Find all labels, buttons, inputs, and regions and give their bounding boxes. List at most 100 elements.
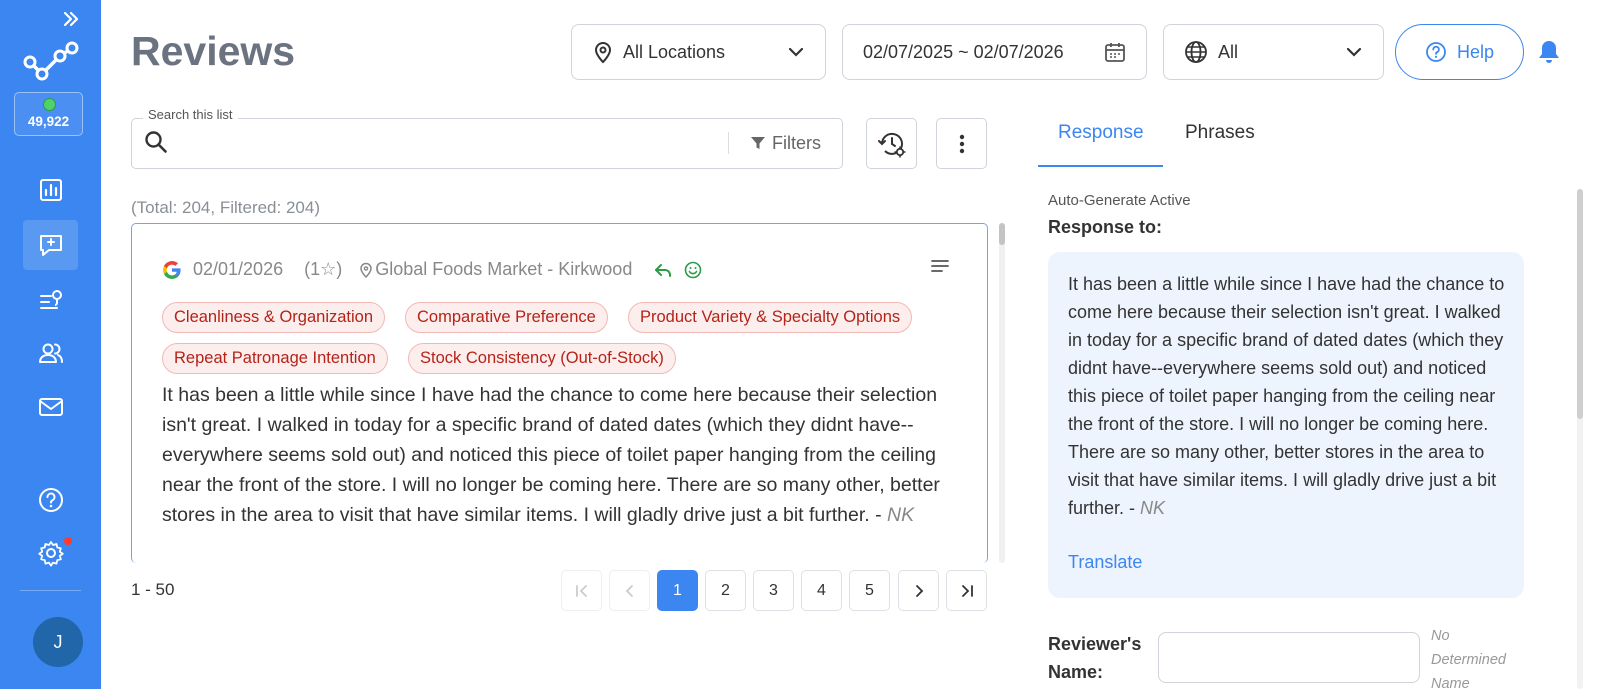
- review-author: NK: [887, 504, 915, 526]
- tag-chip[interactable]: Product Variety & Specialty Options: [628, 302, 913, 333]
- tag-chip[interactable]: Stock Consistency (Out-of-Stock): [408, 343, 676, 374]
- review-text: It has been a little while since I have …: [162, 380, 962, 530]
- review-header: 02/01/2026 (1☆) Global Foods Market - Ki…: [162, 259, 702, 280]
- location-pin-icon: [594, 42, 612, 64]
- review-date: 02/01/2026: [193, 259, 284, 279]
- page-button-4[interactable]: 4: [801, 570, 842, 611]
- sidebar-divider: [20, 590, 81, 591]
- panel-scrollbar-thumb[interactable]: [1577, 189, 1583, 419]
- tab-phrases[interactable]: Phrases: [1185, 122, 1255, 144]
- chevron-down-icon: [788, 47, 804, 57]
- pagination-range: 1 - 50: [131, 580, 175, 599]
- tag-chip[interactable]: Cleanliness & Organization: [162, 302, 386, 333]
- review-card[interactable]: 02/01/2026 (1☆) Global Foods Market - Ki…: [131, 223, 988, 563]
- credits-count: 49,922: [27, 114, 70, 129]
- review-location: Global Foods Market - Kirkwood: [360, 259, 632, 280]
- reviewer-name-input[interactable]: [1158, 632, 1420, 683]
- review-body: It has been a little while since I have …: [162, 384, 940, 526]
- sidebar-item-settings[interactable]: [23, 528, 78, 578]
- more-options-button[interactable]: [936, 118, 987, 169]
- last-page-icon: [961, 584, 973, 597]
- response-preview-box: It has been a little while since I have …: [1048, 252, 1524, 598]
- tag-chip[interactable]: Repeat Patronage Intention: [162, 343, 388, 374]
- search-input[interactable]: [178, 124, 723, 164]
- review-location-name: Global Foods Market - Kirkwood: [375, 259, 633, 279]
- tag-chip[interactable]: Comparative Preference: [405, 302, 608, 333]
- location-select-value: All Locations: [623, 41, 726, 62]
- app-logo[interactable]: [22, 40, 80, 84]
- filter-icon: [751, 137, 765, 149]
- tab-response[interactable]: Response: [1058, 122, 1144, 144]
- calendar-icon: [1105, 43, 1125, 62]
- reviews-icon: [39, 235, 62, 256]
- notification-bell-icon[interactable]: [1536, 38, 1562, 66]
- expand-sidebar-icon[interactable]: [60, 8, 82, 30]
- response-review-text: It has been a little while since I have …: [1068, 270, 1508, 522]
- sidebar-item-dashboard[interactable]: [23, 165, 78, 215]
- filters-label: Filters: [772, 132, 821, 153]
- chevron-right-icon: [915, 584, 923, 597]
- users-icon: [38, 343, 63, 363]
- list-scrollbar-track[interactable]: [999, 223, 1005, 563]
- active-tab-indicator: [1038, 165, 1163, 167]
- settings-notification-badge: [64, 537, 72, 545]
- chevron-left-icon: [625, 584, 633, 597]
- history-settings-icon: [877, 132, 905, 157]
- language-select[interactable]: All: [1163, 24, 1384, 80]
- page-button-5[interactable]: 5: [849, 570, 890, 611]
- history-settings-button[interactable]: [866, 118, 917, 169]
- page-button-1[interactable]: 1: [657, 570, 698, 611]
- last-page-button[interactable]: [946, 570, 987, 611]
- sidebar-item-mail[interactable]: [23, 382, 78, 432]
- totals-count: (Total: 204, Filtered: 204): [131, 198, 320, 217]
- help-button-label: Help: [1456, 41, 1495, 62]
- help-button[interactable]: Help: [1395, 24, 1524, 80]
- page-title: Reviews: [131, 28, 296, 74]
- mail-icon: [38, 398, 63, 416]
- location-pin-icon: [360, 262, 372, 278]
- date-range-picker[interactable]: 02/07/2025 ~ 02/07/2026: [842, 24, 1147, 80]
- google-icon: [163, 260, 181, 279]
- page-button-3[interactable]: 3: [753, 570, 794, 611]
- filters-button[interactable]: Filters: [750, 129, 821, 157]
- sidebar-item-users[interactable]: [23, 328, 78, 378]
- sidebar-item-reviews[interactable]: [23, 220, 78, 270]
- sidebar: 49,922 J: [0, 0, 101, 689]
- credits-badge[interactable]: 49,922: [14, 92, 83, 136]
- chevron-down-icon: [1346, 47, 1362, 57]
- translate-link[interactable]: Translate: [1068, 552, 1142, 573]
- sidebar-item-help[interactable]: [23, 475, 78, 525]
- avatar[interactable]: J: [33, 617, 83, 667]
- search-label: Search this list: [143, 107, 238, 122]
- response-review-body: It has been a little while since I have …: [1068, 274, 1505, 518]
- menu-lines-icon[interactable]: [930, 256, 950, 276]
- response-to-heading: Response to:: [1048, 217, 1163, 237]
- dashboard-icon: [39, 179, 62, 201]
- replied-icon: [655, 263, 672, 277]
- status-dot: [43, 98, 56, 111]
- first-page-icon: [575, 584, 587, 597]
- help-icon: [38, 488, 63, 512]
- list-scrollbar-thumb[interactable]: [999, 223, 1005, 245]
- avatar-initial: J: [53, 631, 63, 652]
- review-rating: (1☆): [304, 259, 343, 279]
- location-select[interactable]: All Locations: [571, 24, 826, 80]
- settings-icon: [37, 541, 64, 567]
- reviewer-name-label: Reviewer's Name:: [1048, 630, 1141, 686]
- page-button-2[interactable]: 2: [705, 570, 746, 611]
- app-root: 49,922 J Reviews All Locations 02/07/202…: [0, 0, 1600, 689]
- first-page-button[interactable]: [561, 570, 602, 611]
- auto-generate-status: Auto-Generate Active: [1048, 192, 1191, 209]
- reviewer-name-label-line1: Reviewer's: [1048, 634, 1142, 654]
- more-vertical-icon: [959, 134, 964, 153]
- smiley-icon: [685, 261, 702, 278]
- reviewer-name-label-line2: Name:: [1048, 662, 1104, 682]
- next-page-button[interactable]: [898, 570, 939, 611]
- prev-page-button[interactable]: [609, 570, 650, 611]
- language-select-value: All: [1218, 41, 1239, 62]
- reviewer-name-note-line1: No: [1431, 628, 1450, 644]
- search-icon: [145, 131, 167, 153]
- response-review-author: NK: [1140, 498, 1166, 518]
- reviewer-name-note: No Determined Name: [1431, 624, 1506, 689]
- sidebar-item-journey[interactable]: [23, 274, 78, 324]
